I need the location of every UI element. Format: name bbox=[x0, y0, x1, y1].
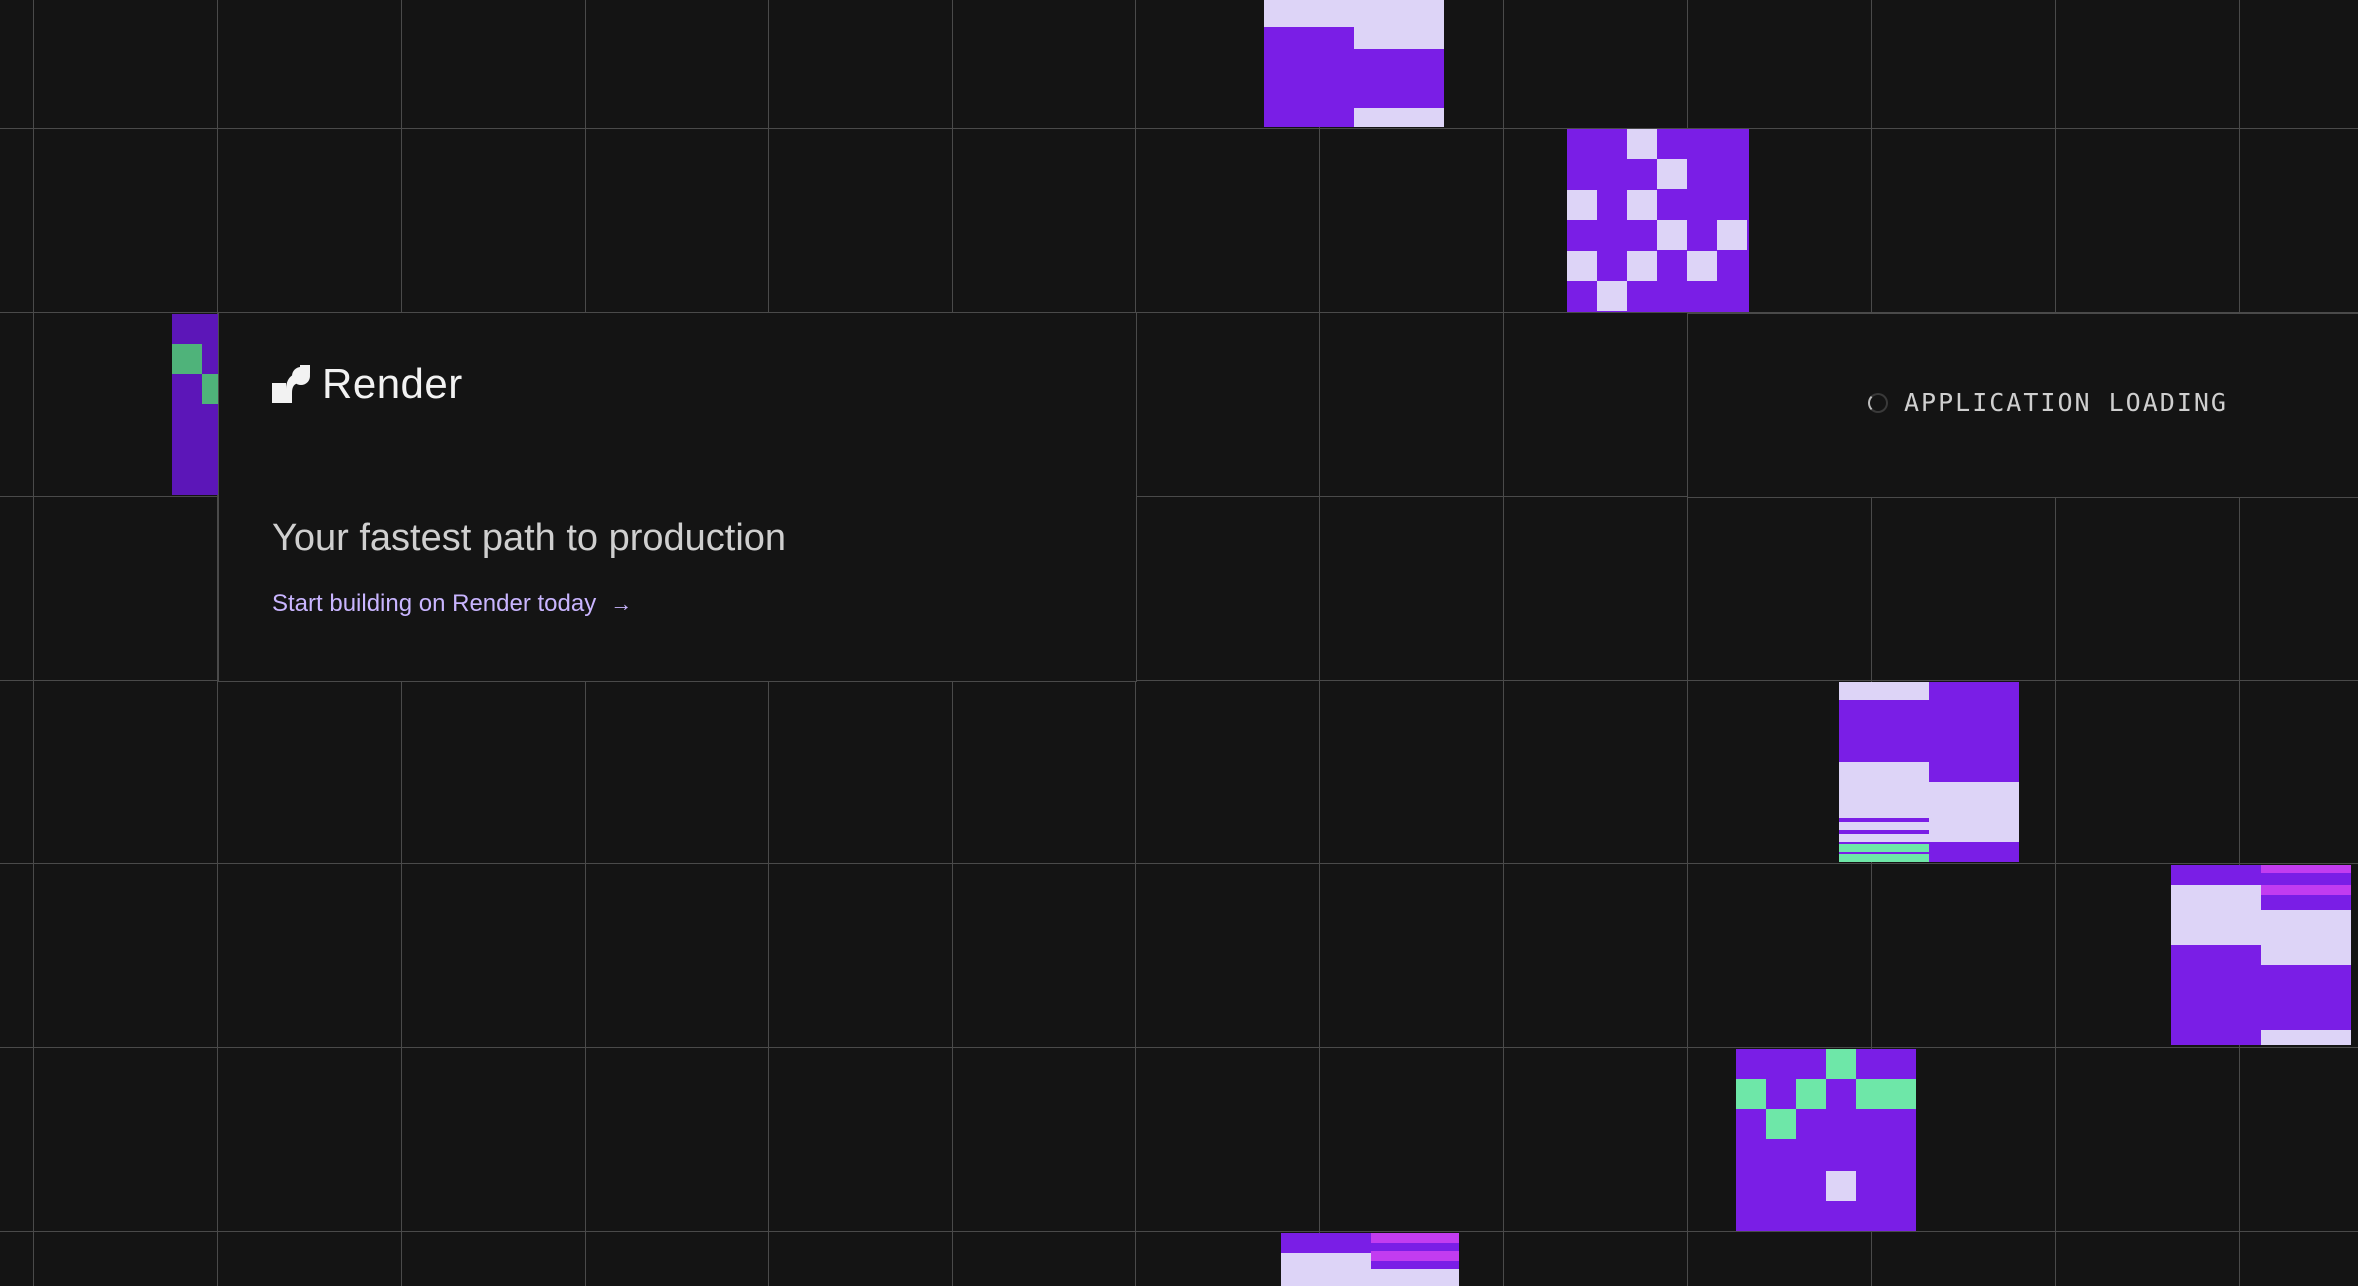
status-text: APPLICATION LOADING bbox=[1904, 388, 2228, 417]
decorative-tile bbox=[1264, 0, 1444, 127]
tile-pixel bbox=[1687, 251, 1717, 281]
tile-pixel bbox=[1354, 0, 1444, 27]
brand-name: Render bbox=[322, 360, 463, 407]
loading-screen: Render Your fastest path to production S… bbox=[0, 0, 2358, 1286]
loading-spinner-icon bbox=[1868, 392, 1888, 413]
tile-pixel bbox=[1929, 822, 2019, 842]
tile-pixel bbox=[1826, 1049, 1856, 1079]
decorative-tile bbox=[1281, 1233, 1459, 1286]
tile-pixel bbox=[1736, 1079, 1766, 1109]
tile-pixel bbox=[1839, 782, 1929, 802]
tile-pixel bbox=[1657, 220, 1687, 250]
tile-pixel bbox=[1281, 1253, 1371, 1286]
start-building-link[interactable]: Start building on Render today → bbox=[272, 590, 632, 618]
tile-pixel bbox=[1567, 190, 1597, 220]
decorative-tile bbox=[1839, 682, 2019, 862]
tile-pixel bbox=[1657, 159, 1687, 189]
tile-pixel bbox=[1929, 782, 2019, 802]
render-logo-icon bbox=[272, 365, 310, 403]
tile-pixel bbox=[1839, 844, 1929, 852]
tile-pixel bbox=[1886, 1079, 1916, 1109]
tile-pixel bbox=[1929, 802, 2019, 822]
tile-pixel bbox=[1796, 1079, 1826, 1109]
tile-pixel bbox=[1627, 190, 1657, 220]
tile-pixel bbox=[1839, 802, 1929, 818]
hero-headline: Your fastest path to production bbox=[272, 517, 787, 559]
grid-line-vertical bbox=[33, 0, 34, 1286]
tile-pixel bbox=[1371, 1233, 1459, 1243]
tile-pixel bbox=[1839, 762, 1929, 782]
grid-line-horizontal bbox=[0, 1047, 2358, 1048]
tile-pixel bbox=[1627, 251, 1657, 281]
tile-pixel bbox=[1766, 1109, 1796, 1139]
tile-pixel bbox=[1371, 1269, 1459, 1286]
decorative-tile bbox=[172, 314, 218, 495]
tile-pixel bbox=[1371, 1251, 1459, 1261]
tile-pixel bbox=[1264, 0, 1354, 27]
tile-pixel bbox=[2261, 910, 2351, 925]
tile-pixel bbox=[2261, 925, 2351, 945]
grid-line-horizontal bbox=[0, 863, 2358, 864]
render-logo[interactable]: Render bbox=[272, 360, 463, 408]
tile-pixel bbox=[2171, 885, 2261, 945]
tile-pixel bbox=[1839, 822, 1929, 830]
grid-line-vertical bbox=[2239, 0, 2240, 1286]
tile-pixel bbox=[1856, 1079, 1886, 1109]
grid-line-vertical bbox=[1319, 0, 1320, 1286]
tile-pixel bbox=[1839, 834, 1929, 842]
tile-pixel bbox=[2261, 885, 2351, 895]
arrow-right-icon: → bbox=[610, 591, 633, 616]
tile-pixel bbox=[2261, 945, 2351, 965]
tile-pixel bbox=[1717, 220, 1747, 250]
tile-pixel bbox=[1839, 682, 1929, 700]
tile-pixel bbox=[1567, 251, 1597, 281]
application-status: APPLICATION LOADING bbox=[1868, 388, 2228, 417]
tile-pixel bbox=[1839, 854, 1929, 862]
tile-pixel bbox=[1354, 27, 1444, 49]
tile-pixel bbox=[2261, 1030, 2351, 1045]
cta-label: Start building on Render today bbox=[272, 590, 597, 617]
decorative-tile bbox=[1567, 129, 1749, 312]
decorative-tile bbox=[2171, 865, 2351, 1045]
tile-pixel bbox=[2261, 865, 2351, 873]
tile-pixel bbox=[1354, 108, 1444, 127]
decorative-tile bbox=[1736, 1049, 1916, 1231]
tile-pixel bbox=[1627, 129, 1657, 159]
grid-line-vertical bbox=[2055, 0, 2056, 1286]
tile-pixel bbox=[1826, 1171, 1856, 1201]
grid-line-horizontal bbox=[0, 128, 2358, 129]
grid-line-vertical bbox=[1503, 0, 1504, 1286]
grid-line-horizontal bbox=[0, 1231, 2358, 1232]
tile-pixel bbox=[1597, 281, 1627, 311]
